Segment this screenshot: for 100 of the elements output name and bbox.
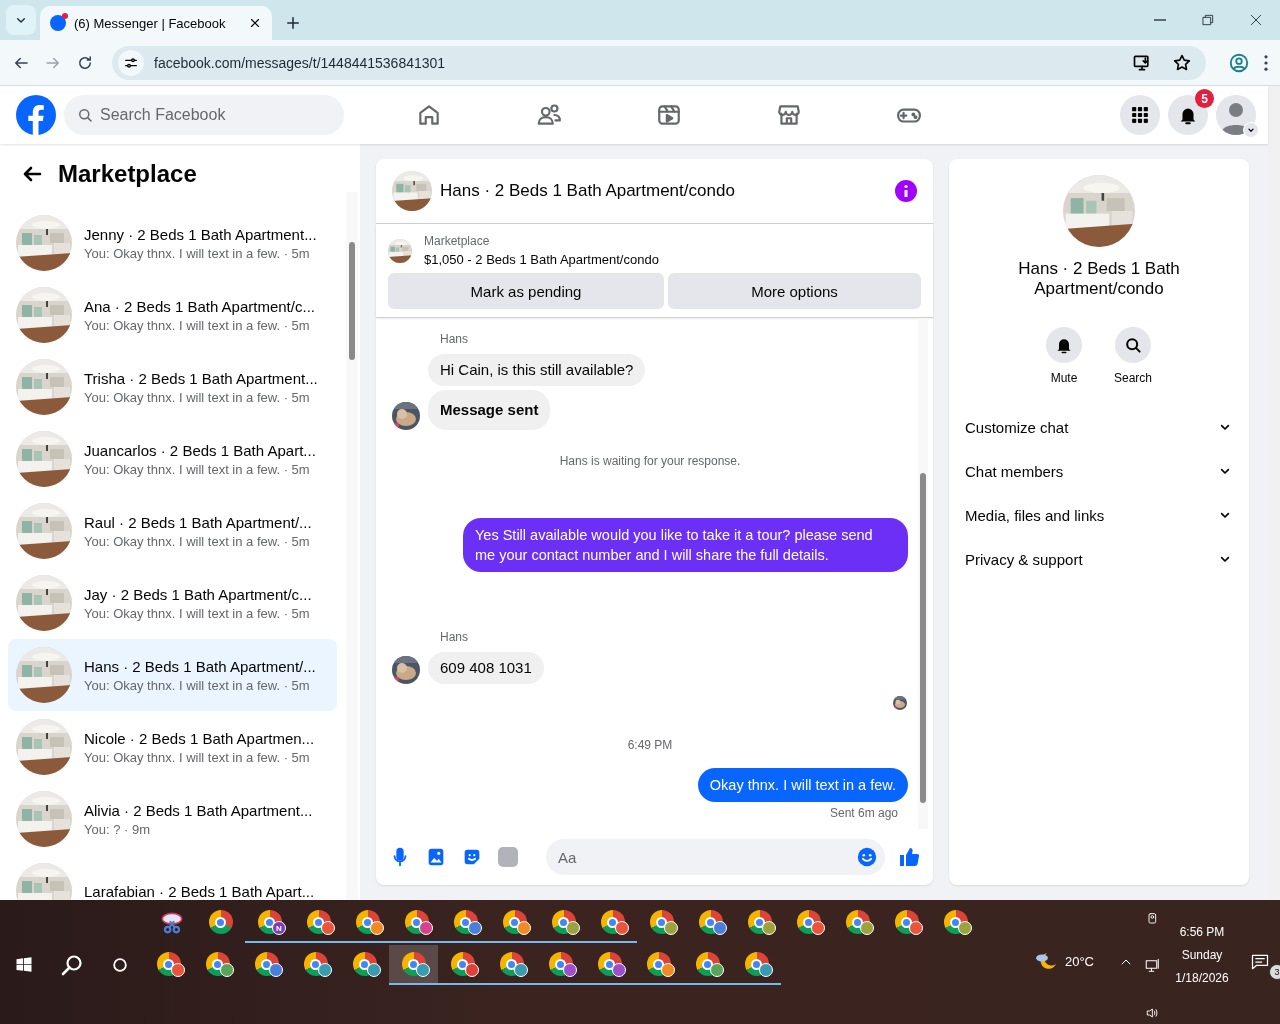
listing-action-button[interactable]: More options [668,273,921,309]
section-label: Privacy & support [965,550,1083,568]
clock-day: Sunday [1181,948,1223,962]
network-icon[interactable] [1144,957,1162,975]
section-label: Media, files and links [965,506,1105,524]
search-icon [60,953,84,977]
message-preview: You: Okay thnx. I will text in a few. · 5m [84,533,311,549]
clock[interactable]: 6:56 PM Sunday 1/18/2026 [1172,925,1232,985]
scrollbar[interactable] [346,192,358,900]
people-icon [536,102,562,128]
search-field[interactable]: Search Facebook [64,95,344,135]
section-row[interactable]: Customize chat [957,405,1241,449]
section-label: Chat members [965,462,1064,480]
star-icon [1172,52,1192,73]
conversation-item[interactable]: Ana · 2 Beds 1 Bath Apartment/c... You: Okay thnx. I will text in a few. · 5m [8,279,337,351]
message-preview: You: Okay thnx. I will text in a few. · 5m [84,389,311,405]
conversation-item[interactable]: Jenny · 2 Beds 1 Bath Apartment... You: Okay thnx. I will text in a few. · 5m [8,207,337,279]
conversation-item[interactable]: Juancarlos · 2 Beds 1 Bath Apart... You: Okay thnx. I will text in a few. · 5m [8,423,337,495]
mute-button[interactable] [1046,327,1082,363]
monitor-icon [1144,957,1162,975]
video-icon [656,102,682,128]
favicon-icon [50,15,66,31]
taskbar-app-button[interactable]: N [245,903,294,943]
section-row[interactable]: Media, files and links [957,493,1241,537]
notifications-button[interactable] [1168,95,1208,135]
taskbar-app-button[interactable] [389,945,438,985]
conversation-title: Juancarlos · 2 Beds 1 Bath Apart... [84,441,316,459]
conversation-title: Larafabian · 2 Beds 1 Bath Apart... [84,882,315,900]
message-field[interactable]: Aa [546,839,885,875]
bookmark-star-icon[interactable] [1172,52,1192,73]
windows-icon [14,955,34,975]
conversation-title: Jenny · 2 Beds 1 Bath Apartment... [84,225,317,243]
address-bar[interactable]: facebook.com/messages/t/1448441536841301 [112,45,1206,80]
section-row[interactable]: Privacy & support [957,537,1241,581]
profile-badge: N [272,921,286,935]
logo-icon[interactable] [16,95,56,135]
message-bubble: 609 408 1031 [428,652,544,684]
conversation-item[interactable]: Trisha · 2 Beds 1 Bath Apartment... You: Okay thnx. I will text in a few. · 5m [8,351,337,423]
conversation-title: Nicole · 2 Beds 1 Bath Apartmen... [84,729,315,747]
listing-summary: $1,050 - 2 Beds 1 Bath Apartment/condo [424,252,659,267]
browser-menu-button[interactable] [1264,54,1268,71]
menu-button[interactable] [1120,95,1160,135]
message-preview: You: Okay thnx. I will text in a few. · 5m [84,245,311,261]
page-scrollbar[interactable] [1268,86,1280,900]
thumbs-up-icon [897,845,921,869]
message-preview: You: ? · 9m [84,821,151,837]
chat-title: Hans · 2 Beds 1 Bath Apartment/condo [440,181,736,201]
volume-icon[interactable] [1145,1005,1161,1021]
notification-count: 3 [1269,964,1280,980]
person-circle-icon [1228,51,1250,74]
reload-button[interactable] [76,53,94,72]
message-preview: You: Okay thnx. I will text in a few. · 5m [84,605,311,621]
smiley-icon [856,846,878,868]
sender-name: Hans [440,332,469,346]
url-text: facebook.com/messages/t/1448441536841301 [154,54,447,71]
clock-time: 6:56 PM [1179,925,1225,939]
close-tab-button[interactable] [248,16,262,30]
conversation-item[interactable]: Nicole · 2 Beds 1 Bath Apartmen... You: Okay thnx. I will text in a few. · 5m [8,711,337,783]
section-row[interactable]: Chat members [957,449,1241,493]
tab-title: (6) Messenger | Facebook [74,15,227,31]
timestamp: 6:49 PM [626,738,674,752]
delivery-status: Sent 6m ago [829,806,898,820]
listing-action-button[interactable]: Mark as pending [388,273,664,309]
close-icon [248,16,262,30]
reload-icon [76,53,94,72]
section-label: Customize chat [965,418,1069,436]
conversation-item[interactable]: Hans · 2 Beds 1 Bath Apartment/... You: Okay thnx. I will text in a few. · 5m [8,639,337,711]
panel-title: Marketplace [58,160,197,188]
conversation-title: Raul · 2 Beds 1 Bath Apartment/... [84,513,312,531]
conversation-item[interactable]: Raul · 2 Beds 1 Bath Apartment/... You: Okay thnx. I will text in a few. · 5m [8,495,337,567]
conversation-item[interactable]: Alivia · 2 Beds 1 Bath Apartment... You: ? · 9m [8,783,337,855]
plus-icon [284,14,302,32]
conversation-item[interactable]: Jay · 2 Beds 1 Bath Apartment/c... You: Okay thnx. I will text in a few. · 5m [8,567,337,639]
temperature: 20°C [1064,953,1094,969]
info-icon [895,180,917,202]
like-button[interactable] [897,845,921,869]
notification-count: 5 [1195,89,1214,108]
browser-icon [208,910,233,934]
search-button[interactable] [1115,327,1151,363]
action-label: Mute [1050,371,1078,385]
scrollbar[interactable] [918,318,928,829]
close-icon [1248,12,1264,28]
message-preview: You: Okay thnx. I will text in a few. · 5m [84,317,311,333]
notification-center-button[interactable] [1250,952,1270,972]
info-button[interactable] [895,180,917,202]
message-bubble: Message sent [428,390,551,430]
shop-icon [776,102,802,128]
restore-icon [1200,12,1216,28]
profile-button[interactable] [1228,51,1250,74]
search-icon [1123,335,1143,355]
contact-name: Hans · 2 Beds 1 Bath Apartment/condo [1017,259,1181,299]
circle-icon [110,955,130,975]
conversation-title: Hans · 2 Beds 1 Bath Apartment/... [84,657,316,675]
browser-tab[interactable]: (6) Messenger | Facebook [40,6,272,40]
home-icon [416,102,442,128]
action-label: Search [1114,371,1152,385]
message-preview: You: Okay thnx. I will text in a few. · 5m [84,461,311,477]
grid-icon [1130,105,1150,125]
message-preview: You: Okay thnx. I will text in a few. · 5m [84,677,311,693]
new-tab-button[interactable] [284,14,302,32]
